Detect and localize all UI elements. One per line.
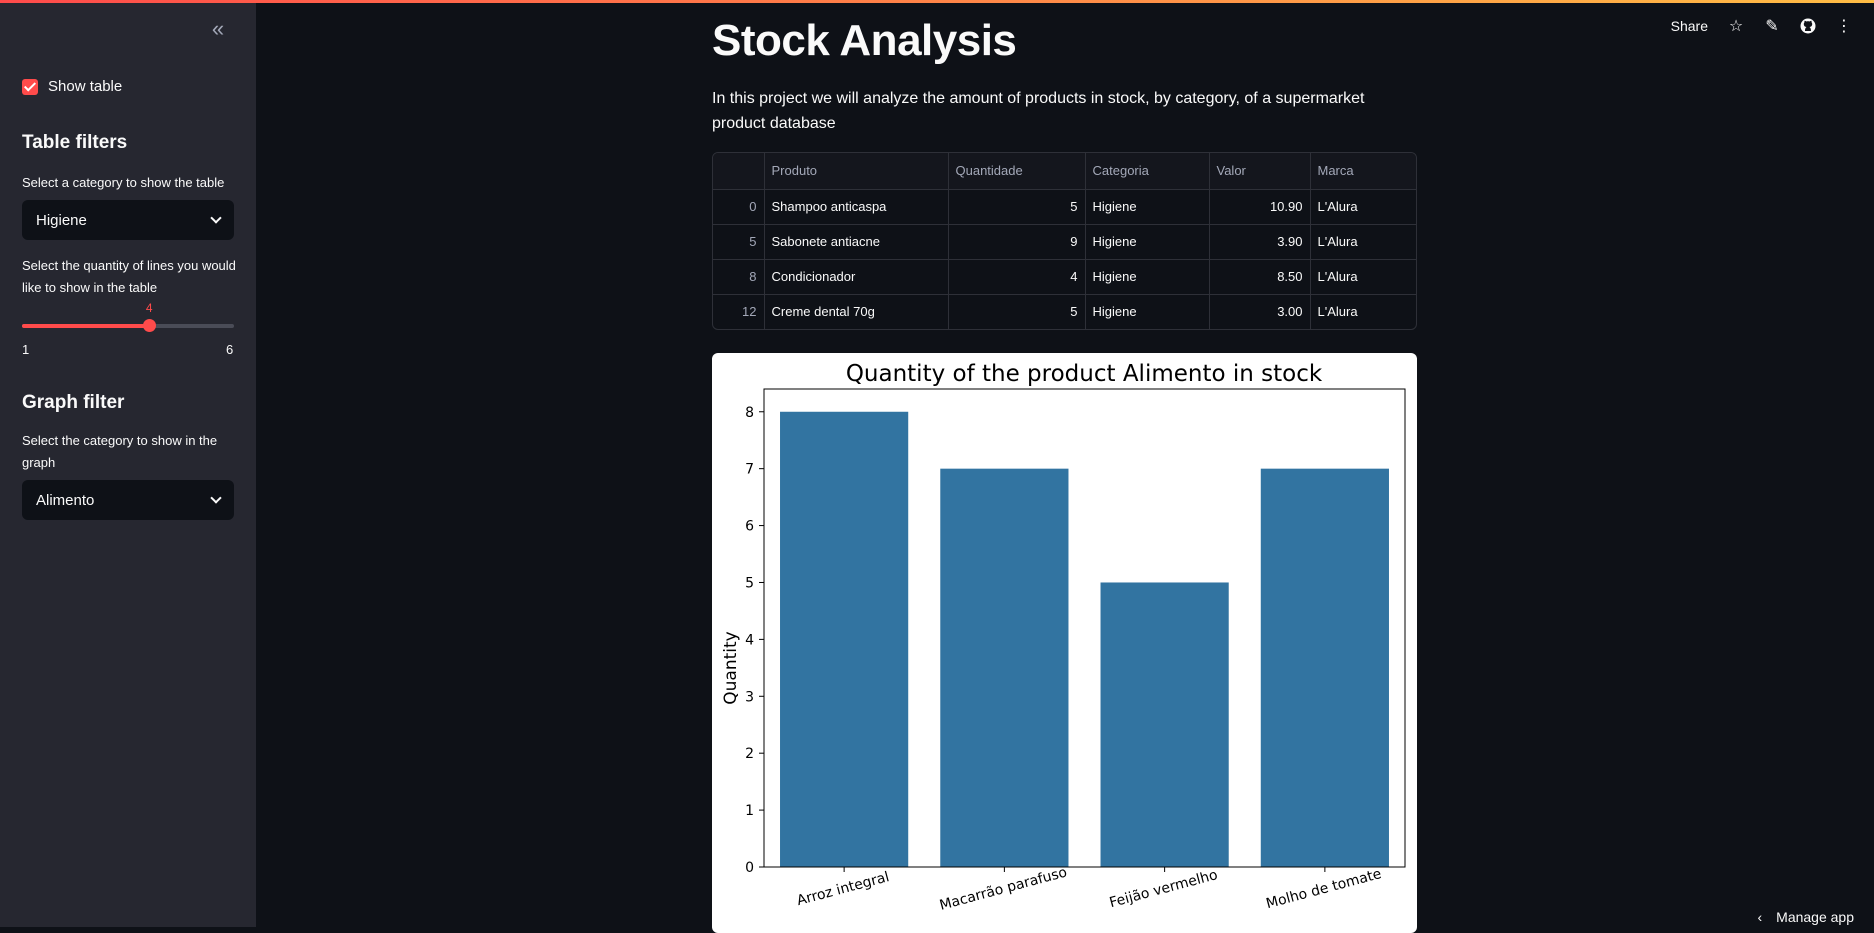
table-header-produto[interactable]: Produto: [764, 153, 948, 189]
chart-y-tick-label: 4: [745, 632, 754, 648]
table-category-select[interactable]: Higiene: [22, 200, 234, 240]
graph-category-label: Select the category to show in the graph: [22, 430, 242, 474]
table-cell-quantidade: 9: [948, 224, 1085, 259]
star-icon[interactable]: ☆: [1728, 18, 1744, 34]
chart-x-tick-label: Arroz integral: [795, 869, 891, 909]
chart-x-tick-label: Molho de tomate: [1264, 866, 1383, 912]
chart-y-tick-label: 3: [745, 689, 754, 705]
checkbox-checked-icon[interactable]: [22, 79, 38, 95]
table-cell-marca: L'Alura: [1310, 259, 1416, 294]
table-cell-valor: 3.00: [1209, 294, 1310, 329]
table-cell-categoria: Higiene: [1085, 294, 1209, 329]
table-cell-produto: Shampoo anticaspa: [764, 189, 948, 224]
slider-min-label: 1: [22, 342, 29, 357]
chevron-down-icon: [210, 492, 221, 503]
table-category-value: Higiene: [36, 212, 87, 229]
slider-value: 4: [146, 301, 153, 315]
table-cell-categoria: Higiene: [1085, 259, 1209, 294]
chart-bar: [940, 469, 1068, 867]
page-title: Stock Analysis: [712, 16, 1016, 66]
table-cell-produto: Condicionador: [764, 259, 948, 294]
chevron-down-icon: [210, 212, 221, 223]
table-cell-index: 8: [713, 259, 764, 294]
chart-y-tick-label: 1: [745, 803, 754, 819]
chart-y-tick-label: 8: [745, 405, 754, 421]
chart-y-tick-label: 0: [745, 860, 754, 876]
table-cell-categoria: Higiene: [1085, 189, 1209, 224]
kebab-menu-icon[interactable]: ⋮: [1836, 18, 1852, 34]
table-cell-index: 5: [713, 224, 764, 259]
manage-app-label: Manage app: [1776, 909, 1854, 925]
slider-fill: [22, 324, 149, 328]
table-header-valor[interactable]: Valor: [1209, 153, 1310, 189]
top-decoration-bar: [0, 0, 1874, 3]
table-category-label: Select a category to show the table: [22, 172, 242, 194]
chart-y-tick-label: 5: [745, 575, 754, 591]
github-icon[interactable]: [1800, 18, 1816, 34]
bar-chart-card: Quantity of the product Alimento in stoc…: [712, 353, 1417, 933]
table-cell-valor: 10.90: [1209, 189, 1310, 224]
table-header-quantidade[interactable]: Quantidade: [948, 153, 1085, 189]
table-header-row: Produto Quantidade Categoria Valor Marca: [713, 153, 1416, 189]
intro-text: In this project we will analyze the amou…: [712, 86, 1417, 136]
table-cell-produto: Sabonete antiacne: [764, 224, 948, 259]
double-chevron-left-icon[interactable]: «: [206, 18, 230, 42]
table-cell-quantidade: 5: [948, 189, 1085, 224]
manage-app-button[interactable]: ‹ Manage app: [1757, 909, 1854, 925]
table-cell-index: 12: [713, 294, 764, 329]
table-cell-quantidade: 4: [948, 259, 1085, 294]
table-cell-index: 0: [713, 189, 764, 224]
table-cell-quantidade: 5: [948, 294, 1085, 329]
sidebar: « Show table Table filters Select a cate…: [0, 0, 256, 927]
graph-category-select[interactable]: Alimento: [22, 480, 234, 520]
table-cell-marca: L'Alura: [1310, 189, 1416, 224]
bar-chart: Quantity of the product Alimento in stoc…: [712, 353, 1417, 927]
table-row[interactable]: 5 Sabonete antiacne 9 Higiene 3.90 L'Alu…: [713, 224, 1416, 259]
table-cell-categoria: Higiene: [1085, 224, 1209, 259]
table-filters-heading: Table filters: [22, 132, 127, 154]
share-button[interactable]: Share: [1671, 18, 1708, 34]
table-cell-valor: 3.90: [1209, 224, 1310, 259]
graph-filter-heading: Graph filter: [22, 392, 124, 414]
table-header-index[interactable]: [713, 153, 764, 189]
chart-y-tick-label: 6: [745, 519, 754, 535]
show-table-label: Show table: [48, 78, 122, 95]
table-header-marca[interactable]: Marca: [1310, 153, 1416, 189]
table-row[interactable]: 0 Shampoo anticaspa 5 Higiene 10.90 L'Al…: [713, 189, 1416, 224]
chevron-left-icon: ‹: [1757, 909, 1762, 925]
chart-x-tick-label: Macarrão parafuso: [938, 864, 1069, 913]
show-table-checkbox[interactable]: Show table: [22, 78, 122, 95]
data-table[interactable]: Produto Quantidade Categoria Valor Marca…: [712, 152, 1417, 330]
table-header-categoria[interactable]: Categoria: [1085, 153, 1209, 189]
chart-y-axis-label: Quantity: [721, 631, 741, 704]
table-cell-produto: Creme dental 70g: [764, 294, 948, 329]
table-cell-marca: L'Alura: [1310, 294, 1416, 329]
chart-bar: [780, 412, 908, 867]
chart-title: Quantity of the product Alimento in stoc…: [846, 361, 1323, 387]
slider-thumb[interactable]: [143, 319, 156, 332]
chart-bar: [1101, 582, 1229, 867]
chart-y-tick-label: 2: [745, 746, 754, 762]
pencil-icon[interactable]: ✎: [1764, 18, 1780, 34]
chart-x-tick-label: Feijão vermelho: [1108, 867, 1220, 911]
table-cell-marca: L'Alura: [1310, 224, 1416, 259]
toolbar: Share ☆ ✎ ⋮: [1671, 18, 1852, 34]
table-row[interactable]: 8 Condicionador 4 Higiene 8.50 L'Alura: [713, 259, 1416, 294]
table-cell-valor: 8.50: [1209, 259, 1310, 294]
chart-bar: [1261, 469, 1389, 867]
lines-slider[interactable]: 4: [22, 324, 234, 328]
slider-max-label: 6: [226, 342, 233, 357]
lines-slider-label: Select the quantity of lines you would l…: [22, 255, 242, 299]
graph-category-value: Alimento: [36, 492, 94, 509]
table-row[interactable]: 12 Creme dental 70g 5 Higiene 3.00 L'Alu…: [713, 294, 1416, 329]
chart-y-tick-label: 7: [745, 462, 754, 478]
